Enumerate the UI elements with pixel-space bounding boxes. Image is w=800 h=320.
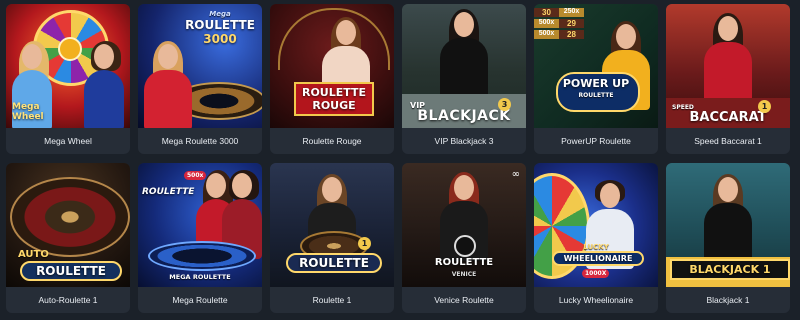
game-tile-powerup-roulette[interactable]: 30 250x 500x 29 500x 28 POWER UP ROULETT…: [534, 4, 658, 154]
board-cell: 30: [534, 8, 559, 17]
board-cell: 29: [559, 19, 584, 28]
multiplier-badge: 1000X: [582, 269, 610, 278]
game-title[interactable]: Roulette Rouge: [270, 128, 394, 154]
game-title[interactable]: Mega Roulette: [138, 287, 262, 313]
roulette-wheel-icon: [148, 241, 256, 271]
game-tile-roulette-rouge[interactable]: ROULETTE ROUGE Roulette Rouge: [270, 4, 394, 154]
board-cell: 250x: [559, 8, 584, 17]
game-title[interactable]: Venice Roulette: [402, 287, 526, 313]
game-title[interactable]: Roulette 1: [270, 287, 394, 313]
game-thumbnail[interactable]: 30 250x 500x 29 500x 28 POWER UP ROULETT…: [534, 4, 658, 128]
game-tile-vip-blackjack-3[interactable]: VIP BLACKJACK 3 VIP Blackjack 3: [402, 4, 526, 154]
game-tile-speed-baccarat-1[interactable]: SPEED BACCARAT 1 Speed Baccarat 1: [666, 4, 790, 154]
presenter-image: [698, 13, 758, 102]
game-logo: ROULETTE ROUGE: [294, 82, 374, 116]
game-logo: ROULETTE: [286, 253, 382, 273]
game-logo: BLACKJACK: [417, 108, 511, 124]
game-thumbnail[interactable]: ROULETTE 1: [270, 163, 394, 287]
game-thumbnail[interactable]: VIP BLACKJACK 3: [402, 4, 526, 128]
game-logo-top: AUTO: [18, 249, 49, 260]
game-thumbnail[interactable]: ROULETTE ROUGE: [270, 4, 394, 128]
game-thumbnail[interactable]: 500x ROULETTE MEGA ROULETTE: [138, 163, 262, 287]
board-cell: 500x: [534, 30, 559, 39]
game-logo-sub: VENICE: [451, 271, 477, 278]
game-thumbnail[interactable]: ∞ ROULETTE VENICE: [402, 163, 526, 287]
table-number-badge: 3: [498, 98, 511, 111]
roulette-wheel-icon: [10, 177, 130, 257]
venice-emblem-icon: [454, 235, 476, 257]
game-thumbnail[interactable]: Mega Wheel: [6, 4, 130, 128]
presenter-image: [434, 9, 494, 98]
game-logo-top: ROULETTE: [142, 187, 195, 197]
game-thumbnail[interactable]: BLACKJACK 1: [666, 163, 790, 287]
game-logo-sub: ROULETTE: [578, 92, 614, 99]
link-icon: ∞: [511, 169, 520, 180]
game-logo: BACCARAT: [689, 110, 767, 125]
game-logo: BLACKJACK 1: [670, 259, 790, 280]
game-thumbnail[interactable]: SPEED BACCARAT 1: [666, 4, 790, 128]
game-logo: MEGA ROULETTE: [169, 273, 231, 281]
game-logo: WHEELIONAIRE: [552, 251, 644, 266]
game-logo: Mega Wheel: [12, 102, 44, 122]
game-thumbnail[interactable]: LUCKY WHEELIONAIRE 1000X: [534, 163, 658, 287]
presenter-image: [698, 174, 758, 263]
game-title[interactable]: Blackjack 1: [666, 287, 790, 313]
wheel-hub-icon: [58, 37, 82, 61]
game-logo: ROULETTE: [20, 261, 122, 281]
board-cell: 28: [559, 30, 584, 39]
game-title[interactable]: VIP Blackjack 3: [402, 128, 526, 154]
game-thumbnail[interactable]: AUTO ROULETTE: [6, 163, 130, 287]
game-title[interactable]: PowerUP Roulette: [534, 128, 658, 154]
game-tile-venice-roulette[interactable]: ∞ ROULETTE VENICE Venice Roulette: [402, 163, 526, 313]
game-grid: Mega Wheel Mega Wheel Mega ROULETTE 3000…: [6, 4, 790, 313]
game-title[interactable]: Mega Roulette 3000: [138, 128, 262, 154]
presenter-image: [138, 41, 198, 128]
table-number-badge: 1: [758, 100, 771, 113]
game-title[interactable]: Auto-Roulette 1: [6, 287, 130, 313]
game-title[interactable]: Lucky Wheelionaire: [534, 287, 658, 313]
game-title[interactable]: Mega Wheel: [6, 128, 130, 154]
game-tile-mega-roulette[interactable]: 500x ROULETTE MEGA ROULETTE Mega Roulett…: [138, 163, 262, 313]
game-tile-lucky-wheelionaire[interactable]: LUCKY WHEELIONAIRE 1000X Lucky Wheeliona…: [534, 163, 658, 313]
number-board: 30 250x 500x 29 500x 28: [534, 8, 584, 39]
game-logo: ROULETTE: [434, 257, 494, 268]
presenter-image: [84, 41, 124, 128]
board-cell: 500x: [534, 19, 559, 28]
game-thumbnail[interactable]: Mega ROULETTE 3000: [138, 4, 262, 128]
game-logo: ROULETTE: [185, 18, 255, 32]
game-logo-top: Mega: [209, 10, 231, 18]
game-tile-roulette-1[interactable]: ROULETTE 1 Roulette 1: [270, 163, 394, 313]
table-number-badge: 1: [358, 237, 371, 250]
game-logo: POWER UP: [562, 77, 630, 90]
game-tile-mega-wheel[interactable]: Mega Wheel Mega Wheel: [6, 4, 130, 154]
game-title[interactable]: Speed Baccarat 1: [666, 128, 790, 154]
game-tile-auto-roulette-1[interactable]: AUTO ROULETTE Auto-Roulette 1: [6, 163, 130, 313]
game-tile-mega-roulette-3000[interactable]: Mega ROULETTE 3000 Mega Roulette 3000: [138, 4, 262, 154]
game-logo-top: LUCKY: [583, 243, 609, 251]
game-tile-blackjack-1[interactable]: BLACKJACK 1 Blackjack 1: [666, 163, 790, 313]
